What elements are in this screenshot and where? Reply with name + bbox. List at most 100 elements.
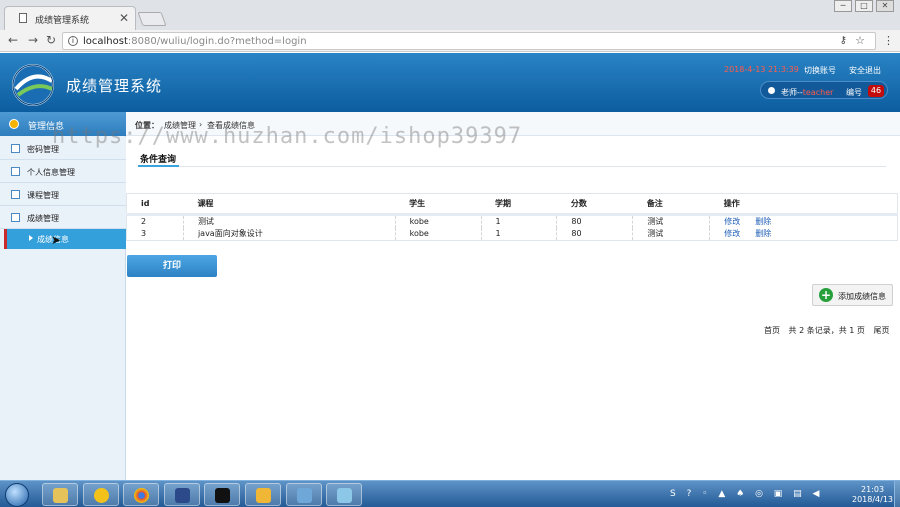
user-role: 老师--teacher xyxy=(781,87,833,98)
user-role-label: 老师-- xyxy=(781,88,803,97)
delete-link[interactable]: 删除 xyxy=(755,229,771,238)
print-button[interactable]: 打印 xyxy=(127,255,217,277)
user-info-pill: 老师--teacher 编号 46 xyxy=(760,81,888,99)
taskbar-app-button[interactable] xyxy=(286,483,322,506)
taskbar-explorer-button[interactable] xyxy=(42,483,78,506)
column-header: 学生 xyxy=(395,193,482,216)
user-icon xyxy=(768,87,775,94)
taskbar-app-button[interactable] xyxy=(326,483,362,506)
taskbar-app-button[interactable] xyxy=(164,483,200,506)
column-header: id xyxy=(126,193,184,216)
list-icon xyxy=(11,213,20,222)
last-page-link[interactable]: 尾页 xyxy=(873,326,889,335)
cell-student: kobe xyxy=(395,214,482,228)
add-grade-label: 添加成绩信息 xyxy=(838,292,886,301)
sidebar-item-label: 个人信息管理 xyxy=(27,168,75,177)
key-icon[interactable]: ⚷ xyxy=(840,35,847,46)
system-tray-icons[interactable]: S ? ◦ ▲ ♠ ◎ ▣ ▤ ◀ xyxy=(670,489,823,499)
url-host: localhost xyxy=(83,36,128,47)
list-icon xyxy=(11,144,20,153)
start-button[interactable] xyxy=(5,483,29,507)
cell-id: 3 xyxy=(126,227,184,241)
url-input[interactable]: i localhost:8080/wuliu/login.do?method=l… xyxy=(62,32,876,50)
back-icon[interactable]: ← xyxy=(8,33,18,47)
switch-account-link[interactable]: 切换账号 xyxy=(804,65,836,76)
maximize-button[interactable]: □ xyxy=(855,0,873,12)
minimize-button[interactable]: ─ xyxy=(834,0,852,12)
add-grade-button[interactable]: + 添加成绩信息 xyxy=(812,284,893,306)
cell-term: 1 xyxy=(481,227,558,241)
user-name: teacher xyxy=(802,88,834,97)
table-header-row: id 课程 学生 学期 分数 备注 操作 xyxy=(126,193,898,216)
watermark-text: https://www.huzhan.com/ishop39397 xyxy=(52,124,523,149)
cell-student: kobe xyxy=(395,227,482,241)
cell-course: 测试 xyxy=(183,214,396,228)
new-tab-button[interactable] xyxy=(137,12,167,26)
cell-course: java面向对象设计 xyxy=(183,227,396,241)
taskbar-app-button[interactable] xyxy=(245,483,281,506)
taskbar-app-button[interactable] xyxy=(83,483,119,506)
column-header: 备注 xyxy=(632,193,710,216)
sidebar-item-personal-info[interactable]: 个人信息管理 xyxy=(0,160,126,183)
clock[interactable]: 21:03 2018/4/13 xyxy=(852,485,893,505)
browser-tab[interactable]: 成绩管理系统 ✕ xyxy=(4,6,136,30)
mouse-cursor-icon: ➤ xyxy=(51,233,62,247)
browser-menu-icon[interactable]: ⋮ xyxy=(883,34,894,47)
browser-tab-strip: 成绩管理系统 ✕ ─ □ ✕ xyxy=(0,0,900,30)
info-icon[interactable]: i xyxy=(68,36,78,46)
cell-term: 1 xyxy=(481,214,558,228)
pagination: 首页 共 2 条记录，共 1 页 尾页 xyxy=(764,325,895,336)
forward-icon[interactable]: → xyxy=(28,33,38,47)
table-row: 2 测试 kobe 1 80 测试 修改 删除 xyxy=(126,214,898,228)
globe-logo-icon xyxy=(12,64,54,106)
sidebar-item-grades[interactable]: 成绩管理 xyxy=(0,206,126,229)
user-id-label: 编号 xyxy=(846,88,862,97)
taskbar-terminal-button[interactable] xyxy=(204,483,240,506)
cell-score: 80 xyxy=(556,227,634,241)
sidebar-item-courses[interactable]: 课程管理 xyxy=(0,183,126,206)
table-row: 3 java面向对象设计 kobe 1 80 测试 修改 删除 xyxy=(126,227,898,241)
sidebar-subitem-grade-info[interactable]: 成绩信息 xyxy=(4,229,131,249)
cell-id: 2 xyxy=(126,214,184,228)
sidebar: 管理信息 密码管理 个人信息管理 课程管理 成绩管理 xyxy=(0,112,126,480)
column-header: 学期 xyxy=(481,193,557,216)
grades-table: id 课程 学生 学期 分数 备注 操作 2 测试 kobe 1 80 测试 修… xyxy=(126,193,898,241)
url-text: localhost:8080/wuliu/login.do?method=log… xyxy=(83,36,307,47)
column-header: 课程 xyxy=(183,193,396,216)
edit-link[interactable]: 修改 xyxy=(724,229,740,238)
taskbar: S ? ◦ ▲ ♠ ◎ ▣ ▤ ◀ 21:03 2018/4/13 xyxy=(0,480,900,507)
logout-link[interactable]: 安全退出 xyxy=(849,65,881,76)
tab-close-icon[interactable]: ✕ xyxy=(119,11,129,25)
clock-date: 2018/4/13 xyxy=(852,495,894,504)
sidebar-item-label: 课程管理 xyxy=(27,191,59,200)
page-icon xyxy=(19,13,27,23)
bookmark-star-icon[interactable]: ☆ xyxy=(855,34,865,47)
cell-score: 80 xyxy=(556,214,634,228)
taskbar-chrome-button[interactable] xyxy=(123,483,159,506)
list-icon xyxy=(11,167,20,176)
close-window-button[interactable]: ✕ xyxy=(876,0,894,12)
cell-actions: 修改 删除 xyxy=(710,228,898,241)
browser-tab-title: 成绩管理系统 xyxy=(35,16,90,26)
column-header: 操作 xyxy=(709,193,898,216)
cell-note: 测试 xyxy=(632,227,711,241)
active-tab-underline xyxy=(138,165,179,167)
user-id-badge: 46 xyxy=(868,85,884,97)
reload-icon[interactable]: ↻ xyxy=(46,33,56,47)
clock-time: 21:03 xyxy=(860,485,885,494)
app-title: 成绩管理系统 xyxy=(66,77,163,95)
edit-link[interactable]: 修改 xyxy=(724,217,740,226)
column-header: 分数 xyxy=(556,193,633,216)
sidebar-item-label: 成绩管理 xyxy=(27,214,59,223)
divider xyxy=(138,166,886,167)
delete-link[interactable]: 删除 xyxy=(755,217,771,226)
window-controls: ─ □ ✕ xyxy=(834,0,894,12)
address-bar-row: ← → ↻ i localhost:8080/wuliu/login.do?me… xyxy=(0,30,900,52)
tab-condition-query[interactable]: 条件查询 xyxy=(140,152,176,165)
cell-note: 测试 xyxy=(632,214,711,228)
pagination-summary: 共 2 条记录，共 1 页 xyxy=(788,326,865,335)
caret-right-icon xyxy=(29,235,33,241)
url-path: :8080/wuliu/login.do?method=login xyxy=(127,36,307,47)
show-desktop-button[interactable] xyxy=(894,481,900,507)
first-page-link[interactable]: 首页 xyxy=(764,326,780,335)
